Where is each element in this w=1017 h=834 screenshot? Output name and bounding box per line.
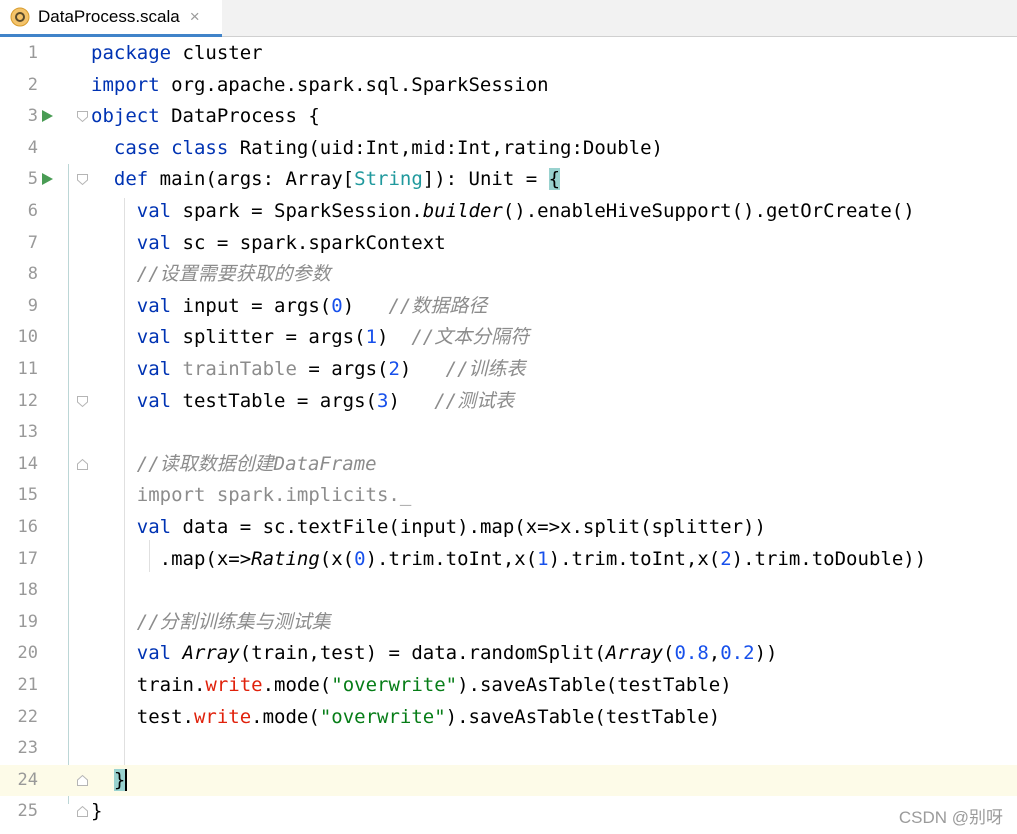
line-number: 4 (27, 137, 38, 158)
code-line: 6 val spark = SparkSession.builder().ena… (0, 196, 1017, 228)
fold-icon[interactable] (76, 458, 89, 471)
code-line: 3 object DataProcess { (0, 101, 1017, 133)
line-number: 9 (27, 295, 38, 316)
line-number: 23 (17, 738, 38, 759)
code-line: 16 val data = sc.textFile(input).map(x=>… (0, 512, 1017, 544)
code-text: val data = sc.textFile(input).map(x=>x.s… (136, 516, 766, 538)
line-number: 7 (27, 232, 38, 253)
current-code-line: 24 } (0, 764, 1017, 797)
code-text: val Array(train,test) = data.randomSplit… (136, 642, 778, 665)
code-text: } (91, 800, 103, 823)
code-line: 23 (0, 733, 1017, 765)
code-line: 5 def main(args: Array[String]): Unit = … (0, 164, 1017, 196)
code-line: 12 val testTable = args(3) //测试表 (0, 386, 1017, 418)
line-number: 5 (27, 169, 38, 190)
code-text: object DataProcess { (91, 105, 320, 128)
code-line: 9 val input = args(0) //数据路径 (0, 291, 1017, 323)
code-text: val input = args(0) //数据路径 (136, 294, 488, 317)
code-line: 25 } (0, 796, 1017, 828)
code-line: 22 test.write.mode("overwrite").saveAsTa… (0, 702, 1017, 734)
line-number: 18 (17, 580, 38, 601)
code-line: 19 //分割训练集与测试集 (0, 607, 1017, 639)
line-number: 8 (27, 264, 38, 285)
code-text: } (113, 768, 128, 792)
run-gutter-icon[interactable] (42, 173, 53, 186)
run-gutter-icon[interactable] (42, 110, 53, 123)
text-caret (125, 769, 128, 792)
tab-title: DataProcess.scala (38, 7, 180, 26)
code-text: //设置需要获取的参数 (136, 263, 331, 286)
code-line: 17 .map(x=>Rating(x(0).trim.toInt,x(1).t… (0, 544, 1017, 576)
line-number: 15 (17, 485, 38, 506)
code-text: case class Rating(uid:Int,mid:Int,rating… (113, 136, 663, 159)
code-line: 10 val splitter = args(1) //文本分隔符 (0, 322, 1017, 354)
editor-tab-bar: DataProcess.scala × (0, 0, 1017, 37)
code-text: test.write.mode("overwrite").saveAsTable… (136, 705, 721, 728)
code-line: 14 //读取数据创建DataFrame (0, 449, 1017, 481)
line-number: 22 (17, 706, 38, 727)
line-number: 16 (17, 517, 38, 537)
code-text: //分割训练集与测试集 (136, 610, 331, 633)
code-line: 1 package cluster (0, 38, 1017, 70)
fold-end-icon[interactable] (76, 395, 89, 408)
line-number: 24 (17, 769, 38, 790)
code-line: 21 train.write.mode("overwrite").saveAsT… (0, 670, 1017, 702)
code-text: package cluster (91, 42, 263, 64)
code-line: 15 import spark.implicits._ (0, 480, 1017, 512)
line-number: 21 (17, 675, 38, 695)
fold-end-icon[interactable] (76, 774, 89, 787)
code-text: //读取数据创建DataFrame (136, 452, 377, 475)
code-text: val sc = spark.sparkContext (136, 231, 446, 254)
tab-dataprocess-scala[interactable]: DataProcess.scala × (0, 0, 222, 37)
fold-icon[interactable] (76, 173, 89, 186)
code-line: 2 import org.apache.spark.sql.SparkSessi… (0, 70, 1017, 102)
line-number: 10 (17, 327, 38, 348)
code-line: 7 val sc = spark.sparkContext (0, 228, 1017, 260)
line-number: 3 (27, 106, 38, 127)
code-line: 18 (0, 575, 1017, 607)
line-number: 14 (17, 453, 38, 474)
line-number: 6 (27, 201, 38, 221)
fold-end-icon[interactable] (76, 805, 89, 818)
code-text: val testTable = args(3) //测试表 (136, 389, 515, 412)
line-number: 17 (17, 548, 38, 569)
code-text: val spark = SparkSession.builder().enabl… (136, 200, 915, 222)
line-number: 20 (17, 643, 38, 664)
line-number: 11 (17, 359, 38, 379)
fold-icon[interactable] (76, 110, 89, 123)
code-text: val splitter = args(1) //文本分隔符 (136, 326, 530, 349)
line-number: 2 (27, 74, 38, 95)
line-number: 12 (17, 390, 38, 411)
watermark: CSDN @别呀 (898, 808, 1003, 827)
line-number: 25 (17, 801, 38, 822)
code-line: 20 val Array(train,test) = data.randomSp… (0, 638, 1017, 670)
code-text: def main(args: Array[String]): Unit = { (113, 168, 561, 191)
code-text: import spark.implicits._ (136, 484, 412, 507)
code-text: import org.apache.spark.sql.SparkSession (91, 73, 549, 96)
line-number: 1 (27, 43, 38, 63)
code-text: val trainTable = args(2) //训练表 (136, 358, 526, 380)
code-line: 8 //设置需要获取的参数 (0, 259, 1017, 291)
code-text: train.write.mode("overwrite").saveAsTabl… (136, 674, 732, 696)
close-tab-icon[interactable]: × (190, 7, 200, 27)
code-line: 11 val trainTable = args(2) //训练表 (0, 354, 1017, 386)
code-text: .map(x=>Rating(x(0).trim.toInt,x(1).trim… (159, 547, 927, 570)
scala-object-file-icon (10, 7, 30, 27)
code-line: 13 (0, 417, 1017, 449)
code-line: 4 case class Rating(uid:Int,mid:Int,rati… (0, 133, 1017, 165)
code-editor[interactable]: 1 package cluster 2 import org.apache.sp… (0, 38, 1017, 834)
line-number: 19 (17, 611, 38, 632)
line-number: 13 (17, 422, 38, 443)
